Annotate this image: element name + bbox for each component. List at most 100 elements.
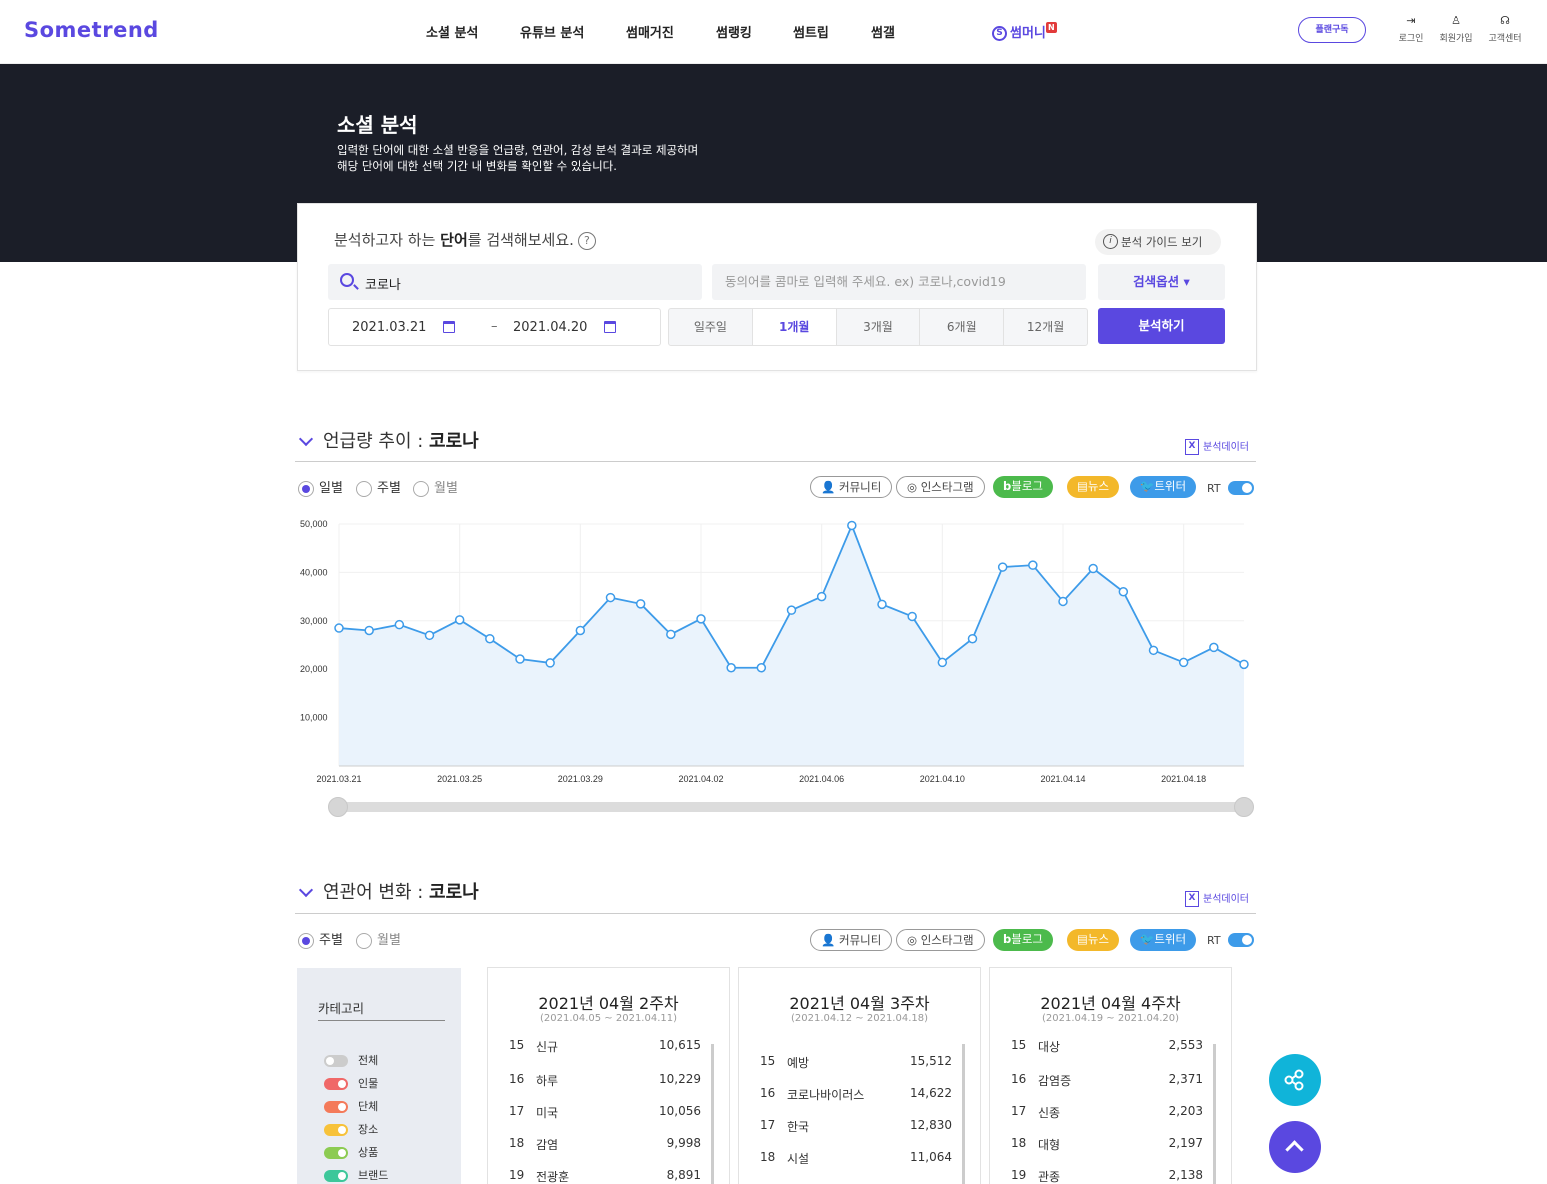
- radio-daily[interactable]: 일별: [298, 477, 343, 497]
- data-point: [907, 611, 917, 622]
- start-date[interactable]: 2021.03.21: [352, 320, 426, 335]
- period-selector: 일주일 1개월 3개월 6개월 12개월: [668, 308, 1088, 346]
- radio-monthly[interactable]: 월별: [413, 477, 458, 497]
- table-row[interactable]: 18 대형 2,197: [990, 1136, 1215, 1156]
- radio-off-icon: [356, 480, 372, 497]
- category-title: 카테고리: [318, 1001, 365, 1016]
- assoc-words-title[interactable]: 연관어 변화 : 코로나: [297, 878, 479, 904]
- row-word: 시설: [787, 1152, 810, 1166]
- user-plus-icon: ♙: [1451, 14, 1461, 27]
- channel-news[interactable]: ▤뉴스: [1067, 476, 1120, 498]
- row-rank: 17: [509, 1104, 525, 1118]
- login-link[interactable]: ⇥ 로그인: [1389, 14, 1433, 44]
- mention-trend-title[interactable]: 언급량 추이 : 코로나: [297, 427, 479, 453]
- channel-blog[interactable]: b블로그: [993, 476, 1053, 498]
- channel-instagram[interactable]: ◎ 인스타그램: [896, 929, 985, 951]
- nav-item-social-analysis[interactable]: 소셜 분석: [426, 22, 478, 41]
- channel-twitter[interactable]: 🐦트위터: [1130, 929, 1197, 951]
- retweet-toggle[interactable]: [1228, 481, 1254, 495]
- customer-center-link[interactable]: ☊ 고객센터: [1483, 14, 1527, 44]
- mention-download-data[interactable]: X 분석데이터: [1185, 438, 1249, 455]
- row-count: 2,197: [1168, 1136, 1203, 1150]
- table-row[interactable]: 19 관종 2,138: [990, 1168, 1215, 1184]
- category-toggle[interactable]: 인물: [324, 1075, 378, 1091]
- blog-icon: b: [1003, 479, 1012, 493]
- radio-weekly-label: 주별: [377, 481, 401, 496]
- retweet-toggle[interactable]: [1228, 933, 1254, 947]
- radio-weekly[interactable]: 주별: [298, 929, 343, 949]
- analysis-guide-button[interactable]: i 분석 가이드 보기: [1095, 229, 1221, 255]
- data-point: [756, 662, 767, 673]
- signup-label: 회원가입: [1439, 34, 1473, 44]
- table-row[interactable]: 18 감염 9,998: [488, 1136, 713, 1156]
- table-row[interactable]: 17 미국 10,056: [488, 1104, 713, 1124]
- period-3months[interactable]: 3개월: [837, 309, 921, 345]
- range-slider-start-handle[interactable]: [328, 797, 348, 817]
- synonym-input[interactable]: 동의어를 콤마로 입력해 주세요. ex) 코로나,covid19: [712, 264, 1086, 300]
- scroll-to-top-button[interactable]: [1269, 1121, 1321, 1173]
- data-point: [877, 599, 887, 610]
- radio-weekly[interactable]: 주별: [356, 477, 401, 497]
- nav-item-ranking[interactable]: 썸랭킹: [716, 22, 752, 41]
- share-button[interactable]: [1269, 1054, 1321, 1106]
- nav-item-magazine[interactable]: 썸매거진: [626, 22, 674, 41]
- category-toggle[interactable]: 상품: [324, 1144, 378, 1160]
- row-word: 전광훈: [536, 1170, 570, 1184]
- table-row[interactable]: 15 대상 2,553: [990, 1038, 1215, 1058]
- period-12months[interactable]: 12개월: [1004, 309, 1087, 345]
- row-word: 코로나바이러스: [787, 1088, 865, 1102]
- nav-item-youtube-analysis[interactable]: 유튜브 분석: [520, 22, 584, 41]
- period-1week[interactable]: 일주일: [669, 309, 753, 345]
- period-1month[interactable]: 1개월: [752, 309, 837, 345]
- mention-trend-chart: 10,000 20,000 30,000 40,000 50,000 2021.03.21…: [300, 519, 1249, 784]
- nav-item-gallery[interactable]: 썸갤: [871, 22, 895, 41]
- channel-twitter[interactable]: 🐦트위터: [1130, 476, 1197, 498]
- range-slider-end-handle[interactable]: [1234, 797, 1254, 817]
- table-row[interactable]: 18 시설 11,064: [739, 1150, 964, 1170]
- hero-description-line-1: 입력한 단어에 대한 소셜 반응을 언급량, 연관어, 감성 분석 결과로 제공…: [337, 143, 699, 157]
- data-point: [424, 630, 435, 641]
- date-range-picker[interactable]: 2021.03.21 – 2021.04.20: [328, 308, 661, 346]
- table-row[interactable]: 15 신규 10,615: [488, 1038, 713, 1058]
- row-rank: 17: [1011, 1104, 1027, 1118]
- help-icon[interactable]: ?: [577, 231, 596, 250]
- radio-monthly[interactable]: 월별: [356, 929, 401, 949]
- nav-item-trip[interactable]: 썸트립: [793, 22, 829, 41]
- keyword-input[interactable]: 코로나: [328, 264, 702, 300]
- calendar-icon[interactable]: [604, 321, 616, 333]
- table-row[interactable]: 15 예방 15,512: [739, 1054, 964, 1074]
- signup-link[interactable]: ♙ 회원가입: [1434, 14, 1478, 44]
- search-options-button[interactable]: 검색옵션 ▾: [1098, 264, 1225, 300]
- category-toggle[interactable]: 장소: [324, 1121, 378, 1137]
- range-slider-track[interactable]: [338, 802, 1244, 812]
- table-row[interactable]: 19 전광훈 8,891: [488, 1168, 713, 1184]
- category-toggle[interactable]: 브랜드: [324, 1167, 388, 1183]
- download-data-label: 분석데이터: [1203, 894, 1249, 905]
- channel-news[interactable]: ▤뉴스: [1067, 929, 1120, 951]
- channel-community[interactable]: 👤 커뮤니티: [810, 929, 893, 951]
- table-row[interactable]: 16 감염증 2,371: [990, 1072, 1215, 1092]
- week-title: 2021년 04월 4주차: [1040, 994, 1181, 1013]
- period-6months[interactable]: 6개월: [920, 309, 1005, 345]
- end-date[interactable]: 2021.04.20: [513, 320, 587, 335]
- some-money-link[interactable]: S 썸머니 N: [992, 22, 1057, 41]
- sometrend-logo[interactable]: Sometrend: [24, 18, 159, 42]
- channel-blog[interactable]: b블로그: [993, 929, 1053, 951]
- table-row[interactable]: 16 코로나바이러스 14,622: [739, 1086, 964, 1106]
- assoc-download-data[interactable]: X 분석데이터: [1185, 890, 1249, 907]
- row-word: 대상: [1038, 1040, 1061, 1054]
- data-point: [847, 520, 857, 531]
- category-toggle[interactable]: 단체: [324, 1098, 378, 1114]
- section-divider: [295, 461, 1256, 462]
- channel-instagram[interactable]: ◎ 인스타그램: [896, 476, 985, 498]
- table-row[interactable]: 17 신종 2,203: [990, 1104, 1215, 1124]
- analyze-button[interactable]: 분석하기: [1098, 308, 1225, 344]
- plan-subscribe-button[interactable]: 플랜구독: [1298, 17, 1366, 43]
- table-row[interactable]: 16 하루 10,229: [488, 1072, 713, 1092]
- calendar-icon[interactable]: [443, 321, 455, 333]
- channel-community[interactable]: 👤 커뮤니티: [810, 476, 893, 498]
- table-row[interactable]: 17 한국 12,830: [739, 1118, 964, 1138]
- category-toggle[interactable]: 전체: [324, 1052, 378, 1068]
- category-divider: [318, 1020, 445, 1021]
- coin-icon: S: [992, 26, 1007, 41]
